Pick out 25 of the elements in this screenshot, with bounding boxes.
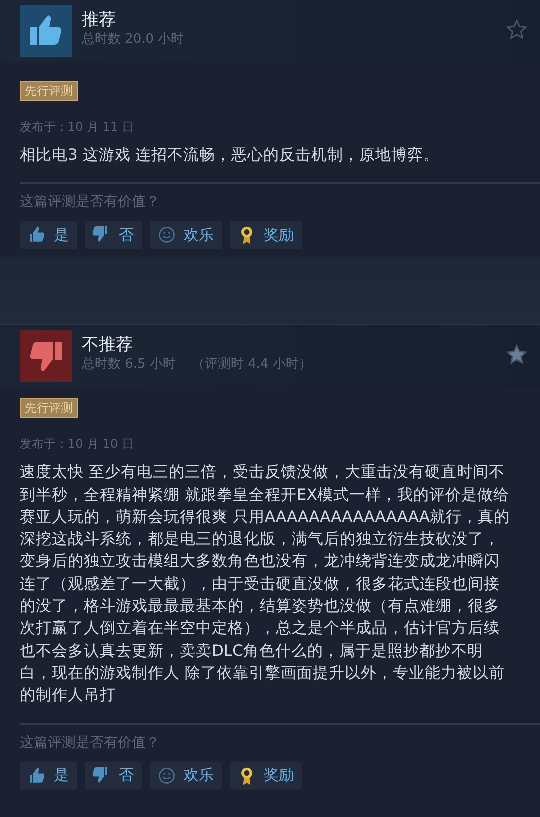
no-button[interactable]: 否 <box>85 221 142 250</box>
star-icon[interactable] <box>506 344 528 366</box>
review-text: 速度太快 至少有电三的三倍，受击反馈没做，大重击没有硬直时间不到半秒，全程精神紧绷 就跟拳皇全程开EX模式一样，我的评价是做给赛亚人玩的，萌新会玩得很爽 只用AAAAAAAAAAAAAAA就行，真的深挖这战斗系统，都是电三的退化版，满气后的独立衍生技砍没了，变身后的独立攻击模组大多数角色也没有，龙冲绕背连变成龙冲瞬闪连了（观感差了一大截），由于受击硬直没做，很多花式连段也间接的没了，格斗游戏最最最基本的，结算姿势也没做（有点难绷，很多次打赢了人倒立着在半空中定格），总之是个半成品，估计官方后续也不会多认真去更新，卖卖DLC角色什么的，属于是照抄都抄不明白，现在的游戏制作人 除了依靠引擎画面提升以外，专业能力被以前的制作人吊打 <box>20 462 512 706</box>
posted-date: 发布于：10 月 11 日 <box>20 119 135 136</box>
funny-button[interactable]: 欢乐 <box>150 762 222 790</box>
early-access-badge: 先行评测 <box>20 81 78 101</box>
star-icon[interactable] <box>506 19 528 41</box>
smiley-icon <box>156 766 178 786</box>
yes-button[interactable]: 是 <box>20 762 77 790</box>
helpful-question: 这篇评测是否有价值？ <box>20 193 161 212</box>
review-verdict: 不推荐 <box>82 334 134 356</box>
review-text: 相比电3 这游戏 连招不流畅，恶心的反击机制，原地博弈。 <box>20 145 441 166</box>
early-access-badge: 先行评测 <box>20 398 78 418</box>
helpful-question: 这篇评测是否有价值？ <box>20 734 161 753</box>
award-button[interactable]: 奖励 <box>230 762 302 790</box>
yes-button[interactable]: 是 <box>20 221 77 250</box>
posted-date: 发布于：10 月 10 日 <box>20 436 135 454</box>
playtime-at-review-text: （评测时 4.4 小时） <box>192 356 312 374</box>
playtime-text: 总时数 20.0 小时 <box>82 31 184 49</box>
smiley-icon <box>156 225 178 246</box>
playtime-text: 总时数 6.5 小时 <box>82 356 176 374</box>
no-button[interactable]: 否 <box>85 762 142 790</box>
award-button[interactable]: 奖励 <box>230 221 302 250</box>
review-verdict: 推荐 <box>82 9 117 31</box>
funny-button[interactable]: 欢乐 <box>150 221 222 250</box>
